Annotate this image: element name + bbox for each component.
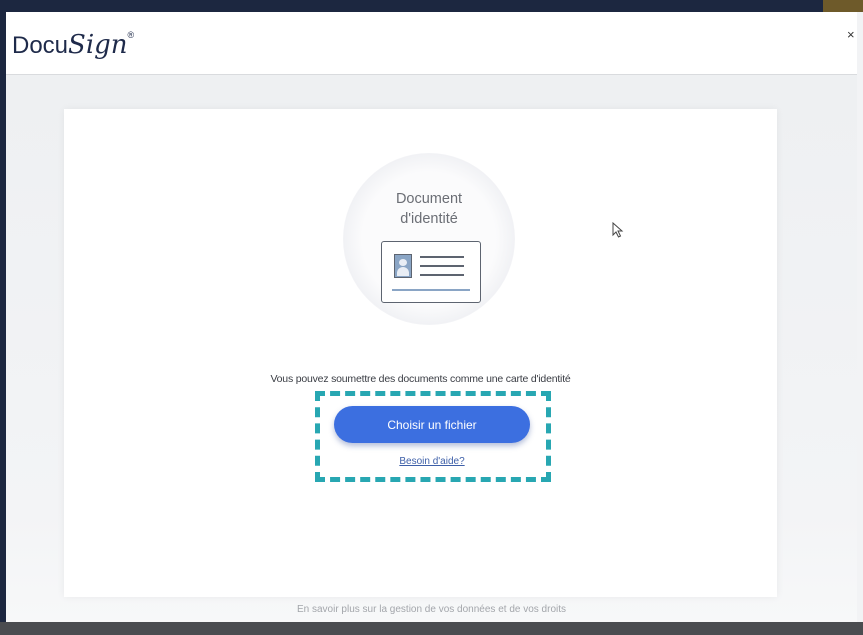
document-type-title: Document d'identité bbox=[332, 189, 526, 229]
id-text-line bbox=[420, 256, 464, 258]
id-text-line bbox=[420, 265, 464, 267]
docusign-logo: DocuSign® bbox=[12, 30, 134, 60]
video-frame-accent bbox=[823, 0, 863, 12]
logo-docu: Docu bbox=[12, 32, 69, 59]
info-text: Vous pouvez soumettre des documents comm… bbox=[270, 373, 571, 385]
docusign-window: DocuSign® × Document d'identité Vous pou… bbox=[6, 12, 857, 622]
help-link[interactable]: Besoin d'aide? bbox=[334, 456, 530, 467]
close-icon[interactable]: × bbox=[847, 28, 857, 42]
mouse-pointer-icon bbox=[612, 222, 624, 238]
logo-trademark: ® bbox=[127, 30, 135, 40]
upload-card: Document d'identité Vous pouvez soumettr… bbox=[64, 109, 777, 597]
main-content: Document d'identité Vous pouvez soumettr… bbox=[6, 75, 857, 622]
id-stripe bbox=[392, 289, 470, 291]
id-photo-icon bbox=[394, 254, 412, 278]
logo-sign: Sign bbox=[68, 30, 128, 60]
document-title-line1: Document bbox=[395, 191, 463, 207]
document-title-line2: d'identité bbox=[400, 211, 458, 227]
header-bar: DocuSign® × bbox=[6, 12, 857, 75]
privacy-footer-link[interactable]: En savoir plus sur la gestion de vos don… bbox=[6, 604, 857, 615]
video-frame-top bbox=[0, 0, 863, 12]
video-frame-bottom bbox=[0, 622, 863, 635]
choose-file-button[interactable]: Choisir un fichier bbox=[334, 406, 530, 443]
id-card-icon bbox=[381, 241, 481, 303]
id-text-line bbox=[420, 274, 464, 276]
